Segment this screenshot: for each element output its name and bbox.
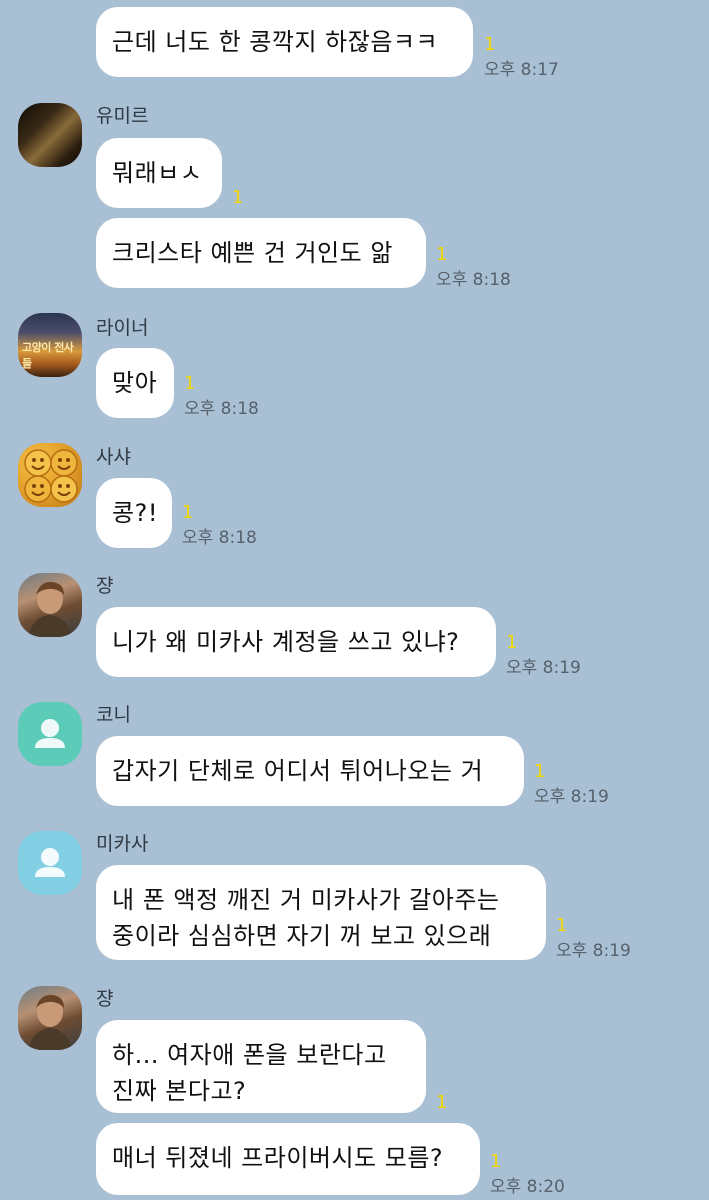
unread-count: 1 (184, 373, 196, 394)
unread-count: 1 (490, 1151, 502, 1172)
timestamp: 오후 8:20 (490, 1177, 565, 1197)
reiner-avatar[interactable]: 고양이 전사들 (18, 313, 82, 377)
person-icon (35, 848, 65, 877)
message-bubble[interactable]: 니가 왜 미카사 계정을 쓰고 있냐? (96, 607, 496, 677)
unread-count: 1 (182, 502, 194, 523)
unread-count: 1 (232, 187, 244, 208)
unread-count: 1 (436, 1092, 448, 1113)
person-silhouette-icon (28, 994, 72, 1050)
message-bubble[interactable]: 하... 여자애 폰을 보란다고 진짜 본다고? (96, 1020, 426, 1113)
message-bubble[interactable]: 갑자기 단체로 어디서 튀어나오는 거 (96, 736, 524, 806)
message-bubble[interactable]: 내 폰 액정 깨진 거 미카사가 갈아주는 중이라 심심하면 자기 꺼 보고 있… (96, 865, 546, 960)
person-silhouette-icon (28, 581, 72, 637)
sender-name: 쟝 (96, 575, 114, 597)
timestamp: 오후 8:18 (182, 528, 257, 548)
message-bubble[interactable]: 크리스타 예쁜 건 거인도 앎 (96, 218, 426, 288)
sender-name: 쟝 (96, 988, 114, 1010)
unread-count: 1 (534, 761, 546, 782)
sender-name: 사샤 (96, 446, 131, 468)
message-bubble[interactable]: 근데 너도 한 콩깍지 하잖음ㅋㅋ (96, 7, 473, 77)
sasha-avatar[interactable] (18, 443, 82, 507)
jean-avatar[interactable] (18, 573, 82, 637)
default-avatar[interactable] (18, 831, 82, 895)
message-bubble[interactable]: 매너 뒤졌네 프라이버시도 모름? (96, 1123, 480, 1195)
timestamp: 오후 8:17 (484, 60, 559, 80)
timestamp: 오후 8:19 (534, 787, 609, 807)
smiley-icon (24, 449, 78, 503)
default-avatar[interactable] (18, 702, 82, 766)
ymir-avatar[interactable] (18, 103, 82, 167)
unread-count: 1 (506, 632, 518, 653)
timestamp: 오후 8:19 (506, 658, 581, 678)
unread-count: 1 (556, 915, 568, 936)
sender-name: 코니 (96, 704, 131, 726)
unread-count: 1 (484, 34, 496, 55)
person-icon (35, 719, 65, 748)
timestamp: 오후 8:18 (184, 399, 259, 419)
unread-count: 1 (436, 244, 448, 265)
message-bubble[interactable]: 맞아 (96, 348, 174, 418)
timestamp: 오후 8:18 (436, 270, 511, 290)
avatar-caption: 고양이 전사들 (22, 341, 74, 370)
sender-name: 미카사 (96, 833, 149, 855)
jean-avatar[interactable] (18, 986, 82, 1050)
timestamp: 오후 8:19 (556, 941, 631, 961)
message-bubble[interactable]: 콩?! (96, 478, 172, 548)
message-bubble[interactable]: 뭐래ㅂㅅ (96, 138, 222, 208)
sender-name: 라이너 (96, 317, 149, 339)
sender-name: 유미르 (96, 105, 149, 127)
